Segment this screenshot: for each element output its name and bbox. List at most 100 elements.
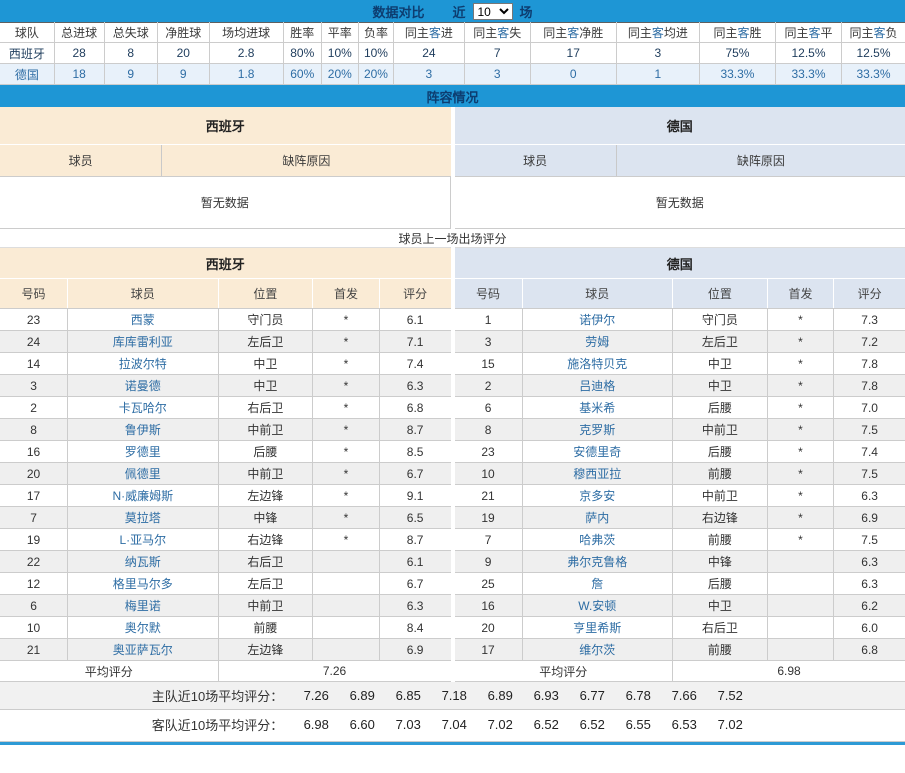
player-name-link[interactable]: 佩德里 xyxy=(68,463,218,485)
player-name-link[interactable]: 卡瓦哈尔 xyxy=(68,397,218,419)
starter-mark-cell xyxy=(767,595,834,617)
home-avg-summary-row: 主队近10场平均评分： 7.266.896.857.186.896.936.77… xyxy=(0,682,905,710)
player-name-link[interactable]: 亨里希斯 xyxy=(522,617,672,639)
stats-col-header: 同主客净胜 xyxy=(530,23,616,43)
player-position-cell: 左后卫 xyxy=(673,331,768,353)
ratings-col-header: 号码 xyxy=(455,279,523,309)
player-number-cell: 1 xyxy=(455,309,523,331)
recent-games-select[interactable]: 10 xyxy=(473,3,513,20)
player-row: 25詹后腰6.3 xyxy=(455,573,905,595)
player-name-link[interactable]: 奥尔默 xyxy=(68,617,218,639)
player-rating-cell: 7.5 xyxy=(834,419,905,441)
player-name-link[interactable]: 京多安 xyxy=(522,485,672,507)
player-name-link[interactable]: 萨内 xyxy=(522,507,672,529)
stat-value-cell: 12.5% xyxy=(775,43,841,64)
player-row: 23西蒙守门员*6.1 xyxy=(0,309,451,331)
starter-mark-cell xyxy=(767,639,834,661)
player-name-link[interactable]: 西蒙 xyxy=(68,309,218,331)
player-name-link[interactable]: 诺伊尔 xyxy=(522,309,672,331)
player-row: 2卡瓦哈尔右后卫*6.8 xyxy=(0,397,451,419)
player-name-link[interactable]: 库库雷利亚 xyxy=(68,331,218,353)
player-name-link[interactable]: 詹 xyxy=(522,573,672,595)
player-name-link[interactable]: 莫拉塔 xyxy=(68,507,218,529)
player-row: 15施洛特贝克中卫*7.8 xyxy=(455,353,905,375)
player-rating-cell: 6.3 xyxy=(379,595,450,617)
starter-mark-cell: * xyxy=(767,441,834,463)
player-name-link[interactable]: 诺曼德 xyxy=(68,375,218,397)
player-name-link[interactable]: 穆西亚拉 xyxy=(522,463,672,485)
starter-mark-cell: * xyxy=(313,375,380,397)
player-rating-cell: 7.4 xyxy=(379,353,450,375)
starter-mark-cell: * xyxy=(767,419,834,441)
avg-rating-history-value: 6.85 xyxy=(385,688,431,703)
player-name-link[interactable]: 纳瓦斯 xyxy=(68,551,218,573)
player-row: 23安德里奇后腰*7.4 xyxy=(455,441,905,463)
player-row: 14拉波尔特中卫*7.4 xyxy=(0,353,451,375)
player-position-cell: 中前卫 xyxy=(218,419,313,441)
stats-col-header: 总进球 xyxy=(54,23,104,43)
page-bottom-border xyxy=(0,741,905,745)
ratings-col-header: 评分 xyxy=(834,279,905,309)
player-rating-cell: 7.8 xyxy=(834,375,905,397)
stats-col-header: 同主客负 xyxy=(842,23,905,43)
player-number-cell: 8 xyxy=(455,419,523,441)
lineup-away-team-header: 德国 xyxy=(455,107,905,145)
player-number-cell: 20 xyxy=(0,463,68,485)
player-row: 17维尔茨前腰6.8 xyxy=(455,639,905,661)
player-name-link[interactable]: 罗德里 xyxy=(68,441,218,463)
player-position-cell: 中卫 xyxy=(218,375,313,397)
starter-mark-cell: * xyxy=(313,397,380,419)
player-position-cell: 中前卫 xyxy=(673,419,768,441)
player-name-link[interactable]: 维尔茨 xyxy=(522,639,672,661)
player-name-link[interactable]: 格里马尔多 xyxy=(68,573,218,595)
player-position-cell: 右后卫 xyxy=(218,397,313,419)
player-row: 6基米希后腰*7.0 xyxy=(455,397,905,419)
player-name-link[interactable]: 吕迪格 xyxy=(522,375,672,397)
ratings-section-title: 球员上一场出场评分 xyxy=(0,229,905,247)
team-name-cell: 西班牙 xyxy=(0,43,54,64)
player-row: 17N·威廉姆斯左边锋*9.1 xyxy=(0,485,451,507)
absence-col-header: 缺阵原因 xyxy=(617,145,905,176)
player-row: 16罗德里后腰*8.5 xyxy=(0,441,451,463)
stat-value-cell: 2.8 xyxy=(209,43,283,64)
player-name-link[interactable]: 拉波尔特 xyxy=(68,353,218,375)
avg-rating-history-value: 6.89 xyxy=(339,688,385,703)
player-number-cell: 23 xyxy=(0,309,68,331)
stat-value-cell: 12.5% xyxy=(842,43,905,64)
player-position-cell: 中前卫 xyxy=(218,463,313,485)
stats-col-header: 负率 xyxy=(358,23,393,43)
player-rating-cell: 6.3 xyxy=(834,485,905,507)
player-name-link[interactable]: 克罗斯 xyxy=(522,419,672,441)
player-row: 24库库雷利亚左后卫*7.1 xyxy=(0,331,451,353)
player-name-link[interactable]: 安德里奇 xyxy=(522,441,672,463)
starter-mark-cell: * xyxy=(767,375,834,397)
avg-rating-row: 平均评分6.98 xyxy=(455,661,905,682)
stats-col-header: 同主客进 xyxy=(394,23,465,43)
stat-value-cell: 24 xyxy=(394,43,465,64)
player-name-link[interactable]: 劳姆 xyxy=(522,331,672,353)
stat-value-cell: 0 xyxy=(530,64,616,85)
stat-value-cell: 75% xyxy=(699,43,775,64)
starter-mark-cell: * xyxy=(767,529,834,551)
player-name-link[interactable]: 施洛特贝克 xyxy=(522,353,672,375)
player-name-link[interactable]: 基米希 xyxy=(522,397,672,419)
player-name-link[interactable]: L·亚马尔 xyxy=(68,529,218,551)
player-number-cell: 24 xyxy=(0,331,68,353)
player-name-link[interactable]: 哈弗茨 xyxy=(522,529,672,551)
player-name-link[interactable]: 鲁伊斯 xyxy=(68,419,218,441)
player-rating-cell: 7.3 xyxy=(834,309,905,331)
player-position-cell: 前腰 xyxy=(673,529,768,551)
player-name-link[interactable]: N·威廉姆斯 xyxy=(68,485,218,507)
ratings-team-header: 西班牙 xyxy=(0,248,451,279)
player-row: 3劳姆左后卫*7.2 xyxy=(455,331,905,353)
player-name-link[interactable]: 弗尔克鲁格 xyxy=(522,551,672,573)
player-name-link[interactable]: 梅里诺 xyxy=(68,595,218,617)
player-row: 10奥尔默前腰8.4 xyxy=(0,617,451,639)
absence-col-header: 缺阵原因 xyxy=(162,145,450,176)
player-name-link[interactable]: W.安顿 xyxy=(522,595,672,617)
stats-col-header: 场均进球 xyxy=(209,23,283,43)
player-row: 21奥亚萨瓦尔左边锋6.9 xyxy=(0,639,451,661)
home-avg-values: 7.266.896.857.186.896.936.776.787.667.52 xyxy=(293,688,753,703)
player-name-link[interactable]: 奥亚萨瓦尔 xyxy=(68,639,218,661)
player-position-cell: 右后卫 xyxy=(673,617,768,639)
